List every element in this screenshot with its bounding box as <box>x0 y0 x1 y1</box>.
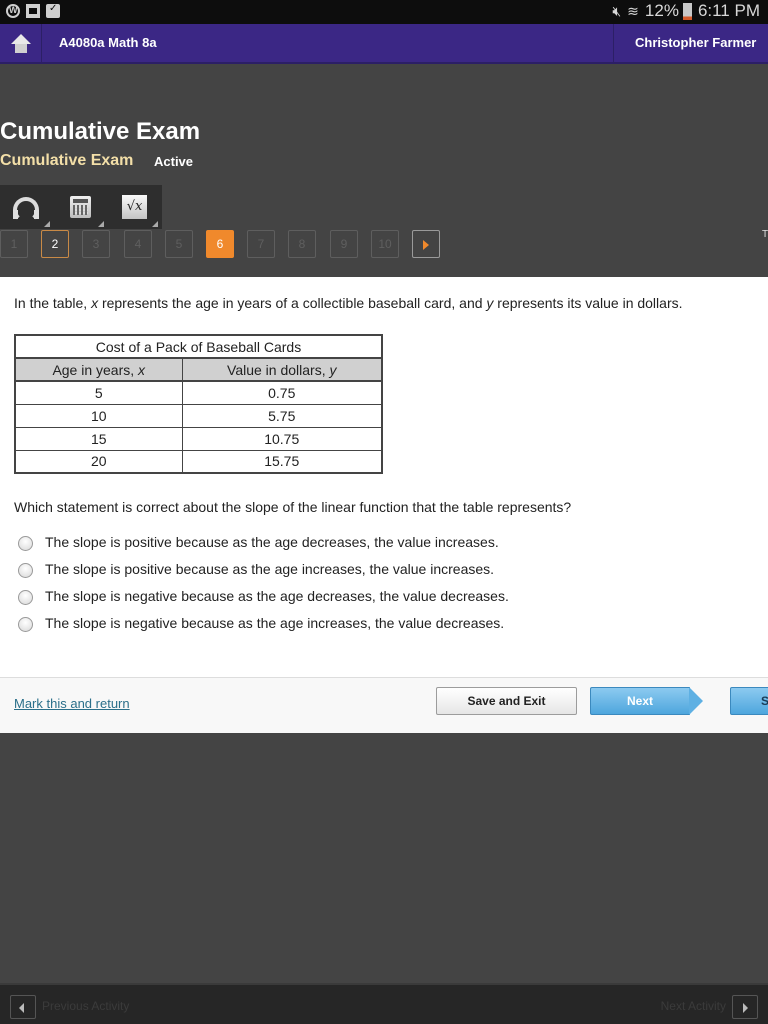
column-header-value: Value in dollars, y <box>181 357 383 382</box>
choice-label: The slope is negative because as the age… <box>45 588 509 604</box>
table-title: Cost of a Pack of Baseball Cards <box>14 334 383 359</box>
choice-label: The slope is negative because as the age… <box>45 615 505 631</box>
audio-tool-button[interactable] <box>0 185 52 229</box>
next-button[interactable]: Next <box>590 687 704 715</box>
clipboard-icon <box>46 3 60 18</box>
top-nav-bar: A4080a Math 8a Christopher Farmer <box>0 24 768 64</box>
column-header-age: Age in years, x <box>14 357 183 382</box>
gallery-icon <box>26 4 40 18</box>
battery-percent: 12% <box>644 1 679 20</box>
question-5-button[interactable]: 5 <box>165 230 193 258</box>
radio-button[interactable] <box>18 589 33 605</box>
submit-button[interactable]: S <box>730 687 768 715</box>
radio-button[interactable] <box>18 562 33 578</box>
question-6-button[interactable]: 6 <box>206 230 234 258</box>
dropdown-corner-icon <box>44 221 50 227</box>
activity-name: Cumulative Exam <box>0 152 134 169</box>
data-table: Cost of a Pack of Baseball Cards Age in … <box>14 334 383 474</box>
calculator-icon <box>70 196 91 218</box>
question-1-button[interactable]: 1 <box>0 230 28 258</box>
question-prompt: Which statement is correct about the slo… <box>14 499 572 515</box>
table-row: 15 10.75 <box>14 426 383 451</box>
choice-label: The slope is positive because as the age… <box>45 561 495 577</box>
page-title: Cumulative Exam <box>0 118 201 145</box>
question-4-button[interactable]: 4 <box>124 230 152 258</box>
previous-activity-label[interactable]: Previous Activity <box>42 999 129 1013</box>
question-8-button[interactable]: 8 <box>288 230 316 258</box>
mark-and-return-link[interactable]: Mark this and return <box>14 696 130 711</box>
action-bar: Mark this and return Save and Exit Next … <box>0 677 768 733</box>
age-cell: 5 <box>14 380 183 405</box>
age-cell: 15 <box>14 426 183 451</box>
play-arrow-icon <box>423 240 429 250</box>
answer-choice-3[interactable]: The slope is negative because as the age… <box>18 588 509 606</box>
next-button-label: Next <box>626 694 653 708</box>
choice-label: The slope is positive because as the age… <box>45 534 499 550</box>
question-10-button[interactable]: 10 <box>371 230 399 258</box>
question-panel: In the table, x represents the age in ye… <box>0 277 768 677</box>
answer-choice-4[interactable]: The slope is negative because as the age… <box>18 615 504 633</box>
question-intro: In the table, x represents the age in ye… <box>14 295 683 311</box>
arrow-tip-icon <box>689 687 703 715</box>
question-2-button[interactable]: 2 <box>41 230 69 258</box>
radio-button[interactable] <box>18 535 33 551</box>
chevron-left-icon <box>19 1003 24 1013</box>
table-row: 10 5.75 <box>14 403 383 428</box>
value-cell: 0.75 <box>181 380 383 405</box>
formula-sheet-icon: √x <box>122 195 147 219</box>
next-activity-button[interactable] <box>732 995 758 1019</box>
age-cell: 20 <box>14 449 183 474</box>
table-row: 5 0.75 <box>14 380 383 405</box>
value-cell: 5.75 <box>181 403 383 428</box>
radio-button[interactable] <box>18 616 33 632</box>
user-name: Christopher Farmer <box>635 35 757 50</box>
activity-status: Active <box>154 154 194 169</box>
next-questions-button[interactable] <box>412 230 440 258</box>
dropdown-corner-icon <box>152 221 158 227</box>
wifi-icon: ≋ <box>627 2 639 19</box>
activity-bar: Previous Activity Next Activity <box>0 983 768 1024</box>
home-icon <box>10 34 31 54</box>
dropdown-corner-icon <box>98 221 104 227</box>
question-3-button[interactable]: 3 <box>82 230 110 258</box>
next-activity-label[interactable]: Next Activity <box>661 999 726 1013</box>
user-menu[interactable]: Christopher Farmer <box>613 24 768 64</box>
mute-icon: 🔇︎ <box>612 2 622 19</box>
device-status-bar: 🔇︎ ≋ 12% 6:11 PM <box>0 0 768 24</box>
question-7-button[interactable]: 7 <box>247 230 275 258</box>
table-row: 20 15.75 <box>14 449 383 474</box>
question-9-button[interactable]: 9 <box>330 230 358 258</box>
answer-choice-1[interactable]: The slope is positive because as the age… <box>18 534 499 552</box>
tool-bar: √x <box>0 185 162 229</box>
app-globe-icon <box>6 4 20 18</box>
clipped-label: T <box>762 229 768 240</box>
save-and-exit-button[interactable]: Save and Exit <box>436 687 577 715</box>
course-title: A4080a Math 8a <box>59 35 157 50</box>
home-button[interactable] <box>0 24 42 64</box>
value-cell: 10.75 <box>181 426 383 451</box>
clock: 6:11 PM <box>697 1 760 20</box>
headphones-icon <box>13 197 39 223</box>
value-cell: 15.75 <box>181 449 383 474</box>
battery-icon <box>682 2 692 20</box>
chevron-right-icon <box>743 1003 748 1013</box>
previous-activity-button[interactable] <box>10 995 36 1019</box>
answer-choice-2[interactable]: The slope is positive because as the age… <box>18 561 494 579</box>
age-cell: 10 <box>14 403 183 428</box>
